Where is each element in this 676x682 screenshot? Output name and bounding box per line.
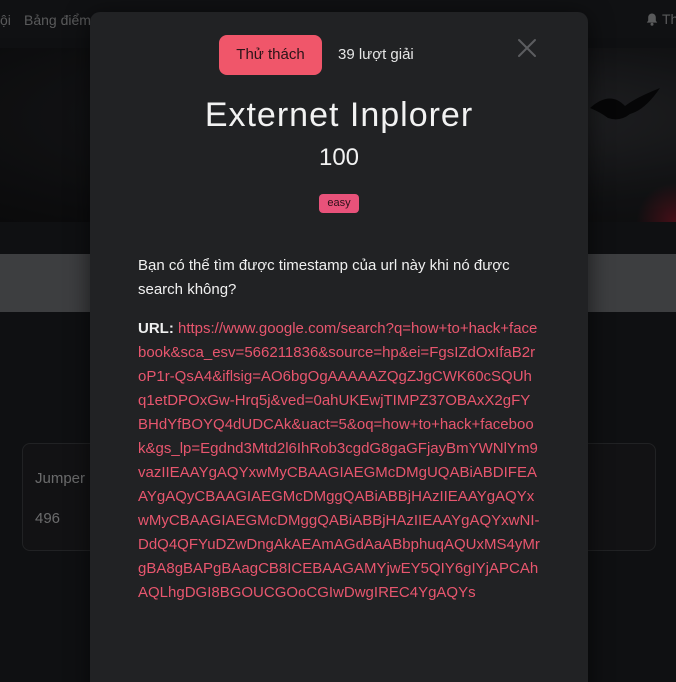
challenge-modal: Thử thách 39 lượt giải Externet Inplorer… xyxy=(90,12,588,682)
challenge-url-block: URL: https://www.google.com/search?q=how… xyxy=(138,317,540,605)
close-button[interactable] xyxy=(516,37,538,59)
tab-solves[interactable]: 39 lượt giải xyxy=(338,35,414,75)
challenge-points: 100 xyxy=(318,144,360,171)
url-label: URL: xyxy=(138,320,174,337)
tab-challenge[interactable]: Thử thách xyxy=(219,35,322,75)
challenge-title: Externet Inplorer xyxy=(204,96,474,134)
challenge-description: Bạn có thể tìm được timestamp của url nà… xyxy=(138,257,510,298)
close-icon xyxy=(518,39,536,57)
challenge-url-link[interactable]: https://www.google.com/search?q=how+to+h… xyxy=(138,320,540,601)
difficulty-badge: easy xyxy=(319,194,359,213)
